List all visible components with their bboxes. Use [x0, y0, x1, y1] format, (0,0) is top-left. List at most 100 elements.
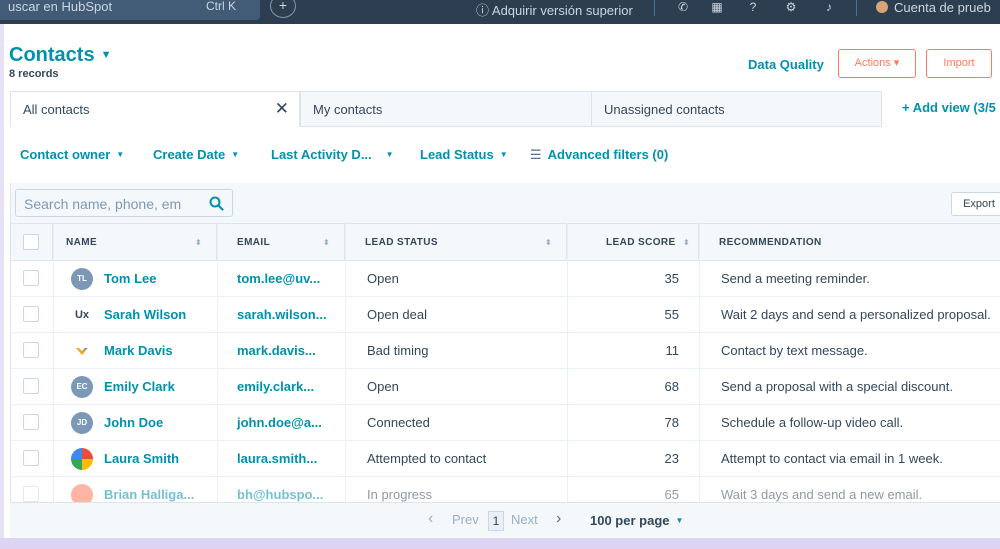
- table-row[interactable]: TL Tom Lee tom.lee@uv... Open 35 Send a …: [11, 261, 1000, 297]
- marketplace-icon[interactable]: ▦: [710, 0, 724, 14]
- company-logo-icon: [71, 448, 93, 470]
- row-checkbox[interactable]: [23, 270, 39, 286]
- row-checkbox[interactable]: [23, 414, 39, 430]
- lead-status-value: Open: [367, 379, 399, 394]
- filter-contact-owner[interactable]: Contact owner ▼: [20, 147, 124, 162]
- contact-name-link[interactable]: Mark Davis: [104, 333, 173, 368]
- next-page-button[interactable]: Next: [511, 512, 538, 527]
- filter-last-activity[interactable]: Last Activity D... ▼: [271, 147, 394, 162]
- avatar: TL: [71, 268, 93, 290]
- table-row[interactable]: Laura Smith laura.smith... Attempted to …: [11, 441, 1000, 477]
- filter-label: Lead Status: [420, 147, 494, 162]
- filter-create-date[interactable]: Create Date ▼: [153, 147, 239, 162]
- table-row[interactable]: EC Emily Clark emily.clark... Open 68 Se…: [11, 369, 1000, 405]
- search-icon[interactable]: [209, 196, 224, 211]
- contact-email-link[interactable]: john.doe@a...: [237, 405, 322, 440]
- window-frame-bottom: [0, 538, 1000, 549]
- contact-email-link[interactable]: tom.lee@uv...: [237, 261, 320, 296]
- contact-email-link[interactable]: laura.smith...: [237, 441, 317, 476]
- phone-icon[interactable]: ✆: [676, 0, 690, 14]
- tab-label: All contacts: [23, 102, 90, 117]
- sort-icon[interactable]: ⬍: [545, 224, 552, 261]
- table-search-placeholder: Search name, phone, em: [24, 196, 182, 212]
- column-header-email[interactable]: EMAIL ⬍: [217, 224, 345, 261]
- column-label: RECOMMENDATION: [719, 237, 822, 248]
- prev-page-button[interactable]: Prev: [452, 512, 479, 527]
- caret-down-icon: ▼: [675, 516, 684, 525]
- recommendation-value: Schedule a follow-up video call.: [721, 415, 904, 430]
- contact-name-link[interactable]: Laura Smith: [104, 441, 179, 476]
- contact-email-link[interactable]: sarah.wilson...: [237, 297, 327, 332]
- row-checkbox[interactable]: [23, 378, 39, 394]
- account-menu[interactable]: Cuenta de prueb: [876, 0, 991, 15]
- column-header-lead-score[interactable]: LEAD SCORE ⬍: [567, 224, 699, 261]
- table-row[interactable]: Ux Sarah Wilson sarah.wilson... Open dea…: [11, 297, 1000, 333]
- import-button[interactable]: Import: [926, 49, 992, 78]
- chevron-down-icon: ▼: [100, 49, 112, 61]
- company-logo-icon: Ux: [71, 304, 93, 326]
- sort-icon[interactable]: ⬍: [323, 224, 330, 261]
- row-checkbox[interactable]: [23, 306, 39, 322]
- chevron-right-icon[interactable]: ›: [556, 510, 561, 528]
- contact-name-link[interactable]: Tom Lee: [104, 261, 157, 296]
- nav-divider: [856, 0, 857, 16]
- column-label: LEAD STATUS: [365, 237, 438, 248]
- help-icon[interactable]: ?: [746, 0, 760, 14]
- row-checkbox[interactable]: [23, 486, 39, 502]
- caret-down-icon: ▼: [231, 150, 240, 159]
- row-checkbox[interactable]: [23, 342, 39, 358]
- page-title-text: Contacts: [9, 44, 95, 66]
- table-search-input[interactable]: Search name, phone, em: [15, 189, 233, 217]
- column-label: EMAIL: [237, 237, 271, 248]
- column-label: NAME: [66, 237, 98, 248]
- recommendation-value: Send a meeting reminder.: [721, 271, 870, 286]
- tab-label: My contacts: [313, 102, 383, 117]
- per-page-select[interactable]: 100 per page ▼: [590, 513, 683, 528]
- tab-label: Unassigned contacts: [604, 102, 725, 117]
- close-icon[interactable]: ✕: [275, 99, 289, 119]
- table-row[interactable]: Mark Davis mark.davis... Bad timing 11 C…: [11, 333, 1000, 369]
- tab-unassigned-contacts[interactable]: Unassigned contacts: [591, 91, 882, 127]
- column-header-name[interactable]: NAME ⬍: [53, 224, 217, 261]
- notifications-bell-icon[interactable]: ♪: [822, 0, 836, 14]
- row-checkbox[interactable]: [23, 450, 39, 466]
- lead-status-value: Bad timing: [367, 343, 429, 358]
- sort-icon[interactable]: ⬍: [683, 224, 690, 261]
- chevron-left-icon[interactable]: ‹: [428, 510, 433, 528]
- settings-gear-icon[interactable]: ⚙: [784, 0, 798, 14]
- lead-status-value: Open: [367, 271, 399, 286]
- advanced-filters-button[interactable]: ☰ Advanced filters (0): [530, 147, 668, 163]
- contact-name-link[interactable]: Sarah Wilson: [104, 297, 186, 332]
- upgrade-link[interactable]: ⓘ Adquirir versión superior: [476, 0, 633, 19]
- filter-lead-status[interactable]: Lead Status ▼: [420, 147, 508, 162]
- tab-all-contacts[interactable]: All contacts ✕: [10, 91, 300, 127]
- contact-name-link[interactable]: John Doe: [104, 405, 163, 440]
- export-button[interactable]: Export: [951, 192, 1000, 216]
- tab-my-contacts[interactable]: My contacts: [300, 91, 592, 127]
- lead-status-value: Open deal: [367, 307, 427, 322]
- actions-button[interactable]: Actions ▾: [838, 49, 916, 78]
- page-title[interactable]: Contacts ▼: [9, 44, 111, 67]
- contact-email-link[interactable]: emily.clark...: [237, 369, 314, 404]
- lead-score-value: 55: [664, 307, 679, 322]
- global-search-input[interactable]: uscar en HubSpot Ctrl K: [0, 0, 260, 20]
- add-view-button[interactable]: + Add view (3/5: [902, 100, 996, 115]
- data-quality-link[interactable]: Data Quality: [748, 57, 824, 72]
- column-header-recommendation[interactable]: RECOMMENDATION: [699, 224, 1000, 261]
- pagination-bar: ‹ Prev 1 Next › 100 per page ▼: [10, 502, 1000, 538]
- filter-label: Last Activity D...: [271, 147, 372, 162]
- sort-icon[interactable]: ⬍: [195, 224, 202, 261]
- table-row[interactable]: JD John Doe john.doe@a... Connected 78 S…: [11, 405, 1000, 441]
- select-all-checkbox[interactable]: [23, 234, 39, 250]
- column-header-lead-status[interactable]: LEAD STATUS ⬍: [345, 224, 567, 261]
- contact-email-link[interactable]: mark.davis...: [237, 333, 316, 368]
- contact-name-link[interactable]: Emily Clark: [104, 369, 175, 404]
- lead-score-value: 23: [664, 451, 679, 466]
- create-new-button[interactable]: +: [270, 0, 296, 18]
- current-page[interactable]: 1: [488, 511, 504, 531]
- search-shortcut-hint: Ctrl K: [206, 0, 236, 13]
- avatar: EC: [71, 376, 93, 398]
- column-divider: [699, 223, 700, 543]
- per-page-label: 100 per page: [590, 513, 670, 528]
- lead-status-value: Attempted to contact: [367, 451, 487, 466]
